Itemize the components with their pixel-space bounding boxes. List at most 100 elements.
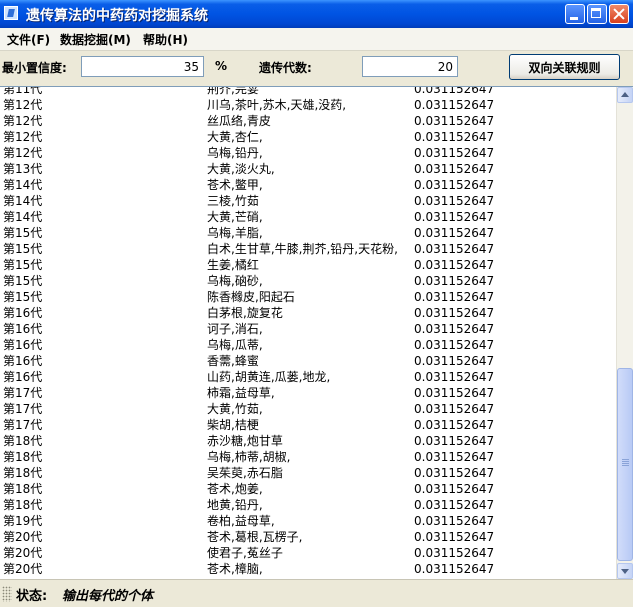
results-list-panel[interactable]: 第11代 荆芥,芫荽 0.031152647 第12代 川乌,茶叶,苏木,天雄,没药, 0… [0, 86, 633, 579]
list-item[interactable]: 第12代 大黄,杏仁, 0.031152647 [0, 129, 616, 145]
list-item[interactable]: 第16代 白茅根,旋复花 0.031152647 [0, 305, 616, 321]
list-item[interactable]: 第18代 苍术,炮姜, 0.031152647 [0, 481, 616, 497]
list-item[interactable]: 第18代 乌梅,柿蒂,胡椒, 0.031152647 [0, 449, 616, 465]
generation-cell: 第20代 [3, 530, 43, 544]
list-item[interactable]: 第20代 使君子,菟丝子 0.031152647 [0, 545, 616, 561]
herb-pair-cell: 大黄,芒硝, [207, 210, 263, 224]
list-item[interactable]: 第18代 赤沙糖,炮甘草 0.031152647 [0, 433, 616, 449]
list-item[interactable]: 第11代 荆芥,芫荽 0.031152647 [0, 87, 616, 97]
list-item[interactable]: 第20代 苍术,樟脑, 0.031152647 [0, 561, 616, 577]
list-item[interactable]: 第15代 乌梅,硇砂, 0.031152647 [0, 273, 616, 289]
list-item[interactable]: 第16代 香薷,蜂蜜 0.031152647 [0, 353, 616, 369]
list-item[interactable]: 第18代 地黄,铅丹, 0.031152647 [0, 497, 616, 513]
generations-input[interactable] [362, 56, 458, 77]
herb-pair-cell: 白术,生甘草,牛膝,荆芥,铅丹,天花粉, [207, 242, 398, 256]
herb-pair-cell: 乌梅,硇砂, [207, 274, 263, 288]
herb-pair-cell: 诃子,消石, [207, 322, 263, 336]
generation-cell: 第18代 [3, 434, 43, 448]
generation-cell: 第16代 [3, 306, 43, 320]
generation-cell: 第20代 [3, 546, 43, 560]
herb-pair-cell: 柿霜,益母草, [207, 386, 275, 400]
list-item[interactable]: 第16代 山药,胡黄连,瓜蒌,地龙, 0.031152647 [0, 369, 616, 385]
list-item[interactable]: 第19代 卷柏,益母草, 0.031152647 [0, 513, 616, 529]
list-item[interactable]: 第12代 乌梅,铅丹, 0.031152647 [0, 145, 616, 161]
generation-cell: 第12代 [3, 130, 43, 144]
list-item[interactable]: 第14代 大黄,芒硝, 0.031152647 [0, 209, 616, 225]
list-item[interactable]: 第15代 白术,生甘草,牛膝,荆芥,铅丹,天花粉, 0.031152647 [0, 241, 616, 257]
list-item[interactable]: 第17代 柴胡,桔梗 0.031152647 [0, 417, 616, 433]
generation-cell: 第16代 [3, 322, 43, 336]
support-value-cell: 0.031152647 [414, 450, 495, 464]
generation-cell: 第12代 [3, 146, 43, 160]
menu-help[interactable]: 帮助(H) [143, 31, 188, 48]
menu-file[interactable]: 文件(F) [7, 31, 50, 48]
support-value-cell: 0.031152647 [414, 290, 495, 304]
support-value-cell: 0.031152647 [414, 530, 495, 544]
support-value-cell: 0.031152647 [414, 402, 495, 416]
herb-pair-cell: 卷柏,益母草, [207, 514, 275, 528]
generation-cell: 第14代 [3, 194, 43, 208]
herb-pair-cell: 生姜,橘红 [207, 258, 259, 272]
list-item[interactable]: 第15代 乌梅,羊脂, 0.031152647 [0, 225, 616, 241]
menu-data-mining[interactable]: 数据挖掘(M) [60, 31, 131, 48]
generation-cell: 第11代 [3, 87, 43, 96]
list-item[interactable]: 第16代 乌梅,瓜蒂, 0.031152647 [0, 337, 616, 353]
list-item[interactable]: 第15代 生姜,橘红 0.031152647 [0, 257, 616, 273]
minimize-button[interactable] [565, 4, 585, 24]
herb-pair-cell: 吴茱萸,赤石脂 [207, 466, 283, 480]
support-value-cell: 0.031152647 [414, 242, 495, 256]
support-value-cell: 0.031152647 [414, 482, 495, 496]
title-bar[interactable]: 遗传算法的中药药对挖掘系统 [0, 0, 633, 28]
support-value-cell: 0.031152647 [414, 498, 495, 512]
support-value-cell: 0.031152647 [414, 306, 495, 320]
generation-cell: 第16代 [3, 338, 43, 352]
generation-cell: 第18代 [3, 482, 43, 496]
close-button[interactable] [609, 4, 629, 24]
generation-cell: 第12代 [3, 98, 43, 112]
status-text: 输出每代的个体 [62, 589, 154, 604]
generation-cell: 第17代 [3, 402, 43, 416]
herb-pair-cell: 使君子,菟丝子 [207, 546, 283, 560]
list-item[interactable]: 第15代 陈香橼皮,阳起石 0.031152647 [0, 289, 616, 305]
results-list-viewport: 第11代 荆芥,芫荽 0.031152647 第12代 川乌,茶叶,苏木,天雄,没药, 0… [0, 87, 616, 579]
generation-cell: 第16代 [3, 354, 43, 368]
list-item[interactable]: 第12代 川乌,茶叶,苏木,天雄,没药, 0.031152647 [0, 97, 616, 113]
support-value-cell: 0.031152647 [414, 466, 495, 480]
list-item[interactable]: 第17代 柿霜,益母草, 0.031152647 [0, 385, 616, 401]
support-value-cell: 0.031152647 [414, 258, 495, 272]
support-value-cell: 0.031152647 [414, 98, 495, 112]
scroll-thumb[interactable] [617, 368, 633, 561]
herb-pair-cell: 三棱,竹茹 [207, 194, 259, 208]
bidirectional-rules-button[interactable]: 双向关联规则 [509, 54, 620, 80]
generation-cell: 第18代 [3, 450, 43, 464]
list-item[interactable]: 第16代 诃子,消石, 0.031152647 [0, 321, 616, 337]
min-confidence-label: 最小置信度: [2, 61, 67, 75]
list-item[interactable]: 第17代 大黄,竹茹, 0.031152647 [0, 401, 616, 417]
maximize-button[interactable] [587, 4, 607, 24]
generation-cell: 第15代 [3, 274, 43, 288]
herb-pair-cell: 乌梅,羊脂, [207, 226, 263, 240]
list-item[interactable]: 第18代 吴茱萸,赤石脂 0.031152647 [0, 465, 616, 481]
vertical-scrollbar[interactable] [616, 87, 633, 579]
support-value-cell: 0.031152647 [414, 274, 495, 288]
scroll-up-arrow-icon[interactable] [617, 87, 633, 103]
support-value-cell: 0.031152647 [414, 178, 495, 192]
generation-cell: 第19代 [3, 514, 43, 528]
generation-cell: 第15代 [3, 290, 43, 304]
support-value-cell: 0.031152647 [414, 322, 495, 336]
list-item[interactable]: 第12代 丝瓜络,青皮 0.031152647 [0, 113, 616, 129]
list-item[interactable]: 第20代 苍术,葛根,瓦楞子, 0.031152647 [0, 529, 616, 545]
herb-pair-cell: 赤沙糖,炮甘草 [207, 434, 283, 448]
support-value-cell: 0.031152647 [414, 114, 495, 128]
min-confidence-input[interactable] [81, 56, 204, 77]
list-item[interactable]: 第14代 苍术,鳖甲, 0.031152647 [0, 177, 616, 193]
support-value-cell: 0.031152647 [414, 370, 495, 384]
list-item[interactable]: 第13代 大黄,淡火丸, 0.031152647 [0, 161, 616, 177]
list-item[interactable]: 第14代 三棱,竹茹 0.031152647 [0, 193, 616, 209]
generation-cell: 第16代 [3, 370, 43, 384]
support-value-cell: 0.031152647 [414, 87, 495, 96]
herb-pair-cell: 荆芥,芫荽 [207, 87, 259, 96]
herb-pair-cell: 苍术,炮姜, [207, 482, 263, 496]
scroll-down-arrow-icon[interactable] [617, 563, 633, 579]
support-value-cell: 0.031152647 [414, 386, 495, 400]
